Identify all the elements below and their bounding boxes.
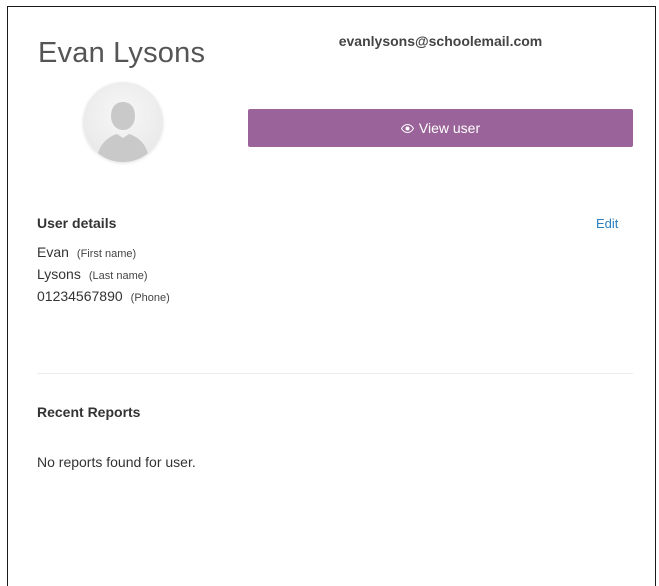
view-user-label: View user — [418, 120, 481, 136]
phone-value: 01234567890 — [37, 288, 123, 304]
user-full-name: Evan Lysons — [38, 37, 206, 69]
phone-row: 01234567890 (Phone) — [37, 288, 170, 304]
no-reports-message: No reports found for user. — [37, 454, 196, 470]
avatar — [83, 82, 163, 162]
edit-link[interactable]: Edit — [596, 216, 618, 231]
recent-reports-heading: Recent Reports — [37, 404, 141, 420]
eye-icon — [400, 123, 414, 133]
view-user-button[interactable]: View user — [248, 109, 633, 147]
last-name-row: Lysons (Last name) — [37, 266, 148, 282]
phone-hint: (Phone) — [130, 292, 170, 304]
user-email: evanlysons@schoolemail.com — [338, 33, 543, 49]
user-profile-panel: Evan Lysons evanlysons@schoolemail.com V… — [7, 6, 656, 586]
user-silhouette-icon — [97, 102, 149, 162]
user-details-heading: User details — [37, 215, 117, 231]
section-divider — [37, 373, 633, 374]
first-name-value: Evan — [37, 244, 69, 260]
first-name-row: Evan (First name) — [37, 244, 136, 260]
first-name-hint: (First name) — [76, 248, 137, 260]
last-name-hint: (Last name) — [88, 270, 148, 282]
last-name-value: Lysons — [37, 266, 81, 282]
